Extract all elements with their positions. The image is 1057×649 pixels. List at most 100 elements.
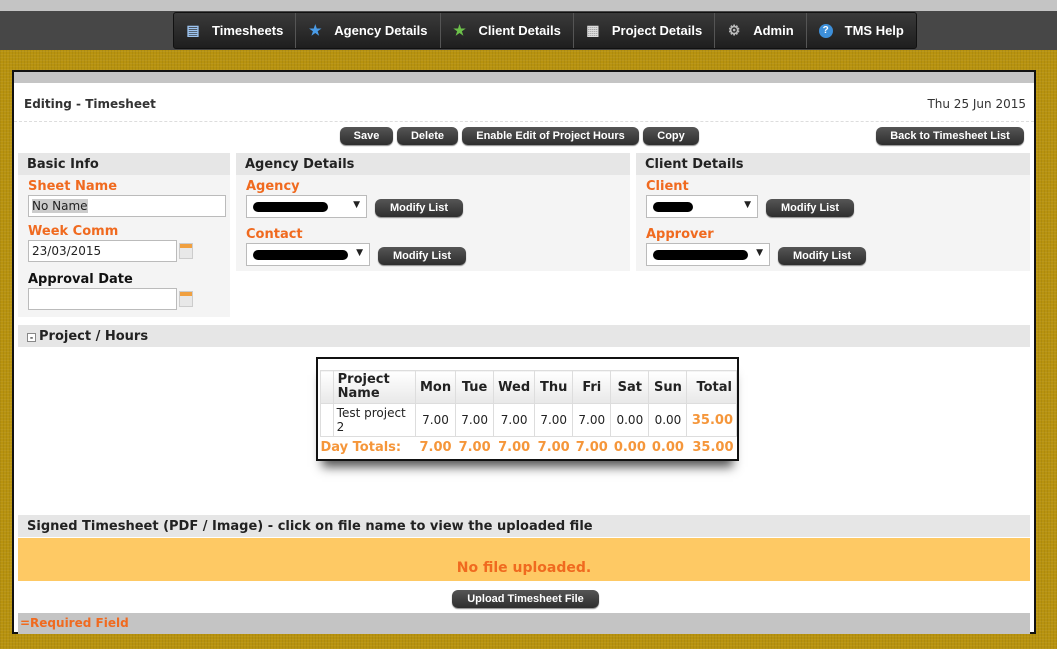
week-comm-input[interactable]: 23/03/2015 [28, 240, 177, 262]
hours-table: Project Name Mon Tue Wed Thu Fri Sat Sun… [320, 370, 737, 459]
header-cell: Sun [648, 370, 688, 404]
gears-icon: ⚙ [727, 22, 741, 38]
star-green-icon: ★ [453, 22, 466, 38]
sheet-name-input[interactable]: No Name [28, 195, 226, 217]
nav-timesheets[interactable]: ▤ Timesheets [174, 13, 297, 48]
nav-agency-details[interactable]: ★ Agency Details [296, 13, 441, 48]
header-cell: Thu [534, 370, 574, 404]
no-file-message: No file uploaded. [18, 538, 1030, 581]
row-total-cell: 35.00 [686, 403, 737, 437]
hours-table-box: Project Name Mon Tue Wed Thu Fri Sat Sun… [316, 357, 739, 461]
header-cell [320, 370, 334, 404]
total-cell: 0.00 [651, 440, 684, 456]
calendar-icon[interactable] [179, 243, 193, 259]
nav-label: Admin [753, 23, 794, 38]
total-cell: 7.00 [458, 440, 491, 456]
table-row[interactable]: Test project 2 7.00 7.00 7.00 7.00 7.00 … [320, 403, 737, 437]
nav-project-details[interactable]: ▦ Project Details [574, 13, 716, 48]
dropdown-arrow-icon: ▼ [356, 248, 363, 258]
cell: 7.00 [572, 403, 612, 437]
nav-client-details[interactable]: ★ Client Details [441, 13, 574, 48]
header-cell: Fri [572, 370, 612, 404]
header-cell: Total [686, 370, 737, 404]
approval-date-input[interactable] [28, 288, 177, 310]
nav-label: Agency Details [334, 23, 428, 38]
approver-label: Approver [646, 227, 714, 242]
back-to-list-button[interactable]: Back to Timesheet List [876, 127, 1024, 145]
minus-box-icon[interactable]: - [27, 333, 36, 342]
help-icon: ? [818, 23, 833, 38]
nav-label: Timesheets [212, 23, 284, 38]
save-button[interactable]: Save [340, 127, 393, 145]
page-title: Editing - Timesheet [24, 97, 156, 111]
panel-strip [14, 72, 1034, 83]
header-cell: Project Name [332, 370, 416, 404]
cell: 7.00 [414, 403, 457, 437]
delete-button[interactable]: Delete [397, 127, 458, 145]
project-hours-header[interactable]: - Project / Hours [18, 325, 1030, 347]
header-cell: Mon [414, 370, 457, 404]
star-blue-icon: ★ [309, 22, 322, 38]
agency-select[interactable]: ▼ [246, 195, 367, 218]
top-strip [0, 0, 1057, 11]
section-heading: Agency Details [236, 153, 630, 175]
section-heading: Project / Hours [39, 329, 149, 344]
total-cell: 7.00 [575, 440, 608, 456]
total-cell: 7.00 [498, 440, 531, 456]
modify-approver-list-button[interactable]: Modify List [778, 247, 866, 265]
nav-admin[interactable]: ⚙ Admin [715, 13, 807, 48]
enable-edit-button[interactable]: Enable Edit of Project Hours [462, 127, 639, 145]
dropdown-arrow-icon: ▼ [353, 200, 360, 210]
nav-label: Client Details [478, 23, 561, 38]
total-cell: 7.00 [537, 440, 570, 456]
table-header-row: Project Name Mon Tue Wed Thu Fri Sat Sun… [320, 370, 737, 404]
sheet-name-label: Sheet Name [28, 179, 118, 194]
redacted [653, 250, 748, 260]
day-totals-label: Day Totals: [320, 440, 402, 456]
total-cell: 0.00 [613, 440, 646, 456]
client-details-section: Client Details Client ▼ Modify List Appr… [636, 153, 1030, 271]
contact-select[interactable]: ▼ [246, 243, 370, 266]
copy-button[interactable]: Copy [643, 127, 699, 145]
client-select[interactable]: ▼ [646, 195, 758, 218]
modify-client-list-button[interactable]: Modify List [766, 199, 854, 217]
divider [14, 121, 1034, 122]
cell: 0.00 [610, 403, 650, 437]
approver-select[interactable]: ▼ [646, 243, 770, 266]
grand-total-cell: 35.00 [692, 440, 734, 456]
client-label: Client [646, 179, 689, 194]
required-field-note: =Required Field [18, 613, 1030, 634]
main-nav: ▤ Timesheets ★ Agency Details ★ Client Deta… [173, 12, 917, 49]
agency-label: Agency [246, 179, 300, 194]
section-heading: Basic Info [18, 153, 230, 175]
current-date: Thu 25 Jun 2015 [927, 97, 1026, 111]
project-name-cell: Test project 2 [332, 403, 416, 437]
cell [320, 403, 334, 437]
redacted [253, 202, 328, 212]
editing-panel: Editing - Timesheet Thu 25 Jun 2015 Save… [12, 70, 1036, 634]
header-cell: Wed [493, 370, 536, 404]
modify-contact-list-button[interactable]: Modify List [378, 247, 466, 265]
modify-agency-list-button[interactable]: Modify List [375, 199, 463, 217]
redacted [653, 202, 693, 212]
basic-info-section: Basic Info Sheet Name No Name Week Comm … [18, 153, 230, 317]
section-heading: Client Details [636, 153, 1030, 175]
calendar-icon[interactable] [179, 291, 193, 307]
nav-label: TMS Help [844, 23, 904, 38]
agency-details-section: Agency Details Agency ▼ Modify List Cont… [236, 153, 630, 271]
total-cell: 7.00 [419, 440, 452, 456]
list-icon: ▦ [586, 22, 600, 38]
dropdown-arrow-icon: ▼ [744, 200, 751, 210]
contact-label: Contact [246, 227, 303, 242]
dropdown-arrow-icon: ▼ [756, 248, 763, 258]
upload-timesheet-button[interactable]: Upload Timesheet File [452, 590, 599, 608]
nav-label: Project Details [611, 23, 703, 38]
nav-tms-help[interactable]: ? TMS Help [807, 13, 916, 48]
cell: 0.00 [648, 403, 688, 437]
cell: 7.00 [534, 403, 574, 437]
header-cell: Tue [455, 370, 495, 404]
header-cell: Sat [610, 370, 650, 404]
approval-date-label: Approval Date [28, 272, 133, 287]
signed-timesheet-header: Signed Timesheet (PDF / Image) - click o… [18, 515, 1030, 537]
cell: 7.00 [455, 403, 495, 437]
